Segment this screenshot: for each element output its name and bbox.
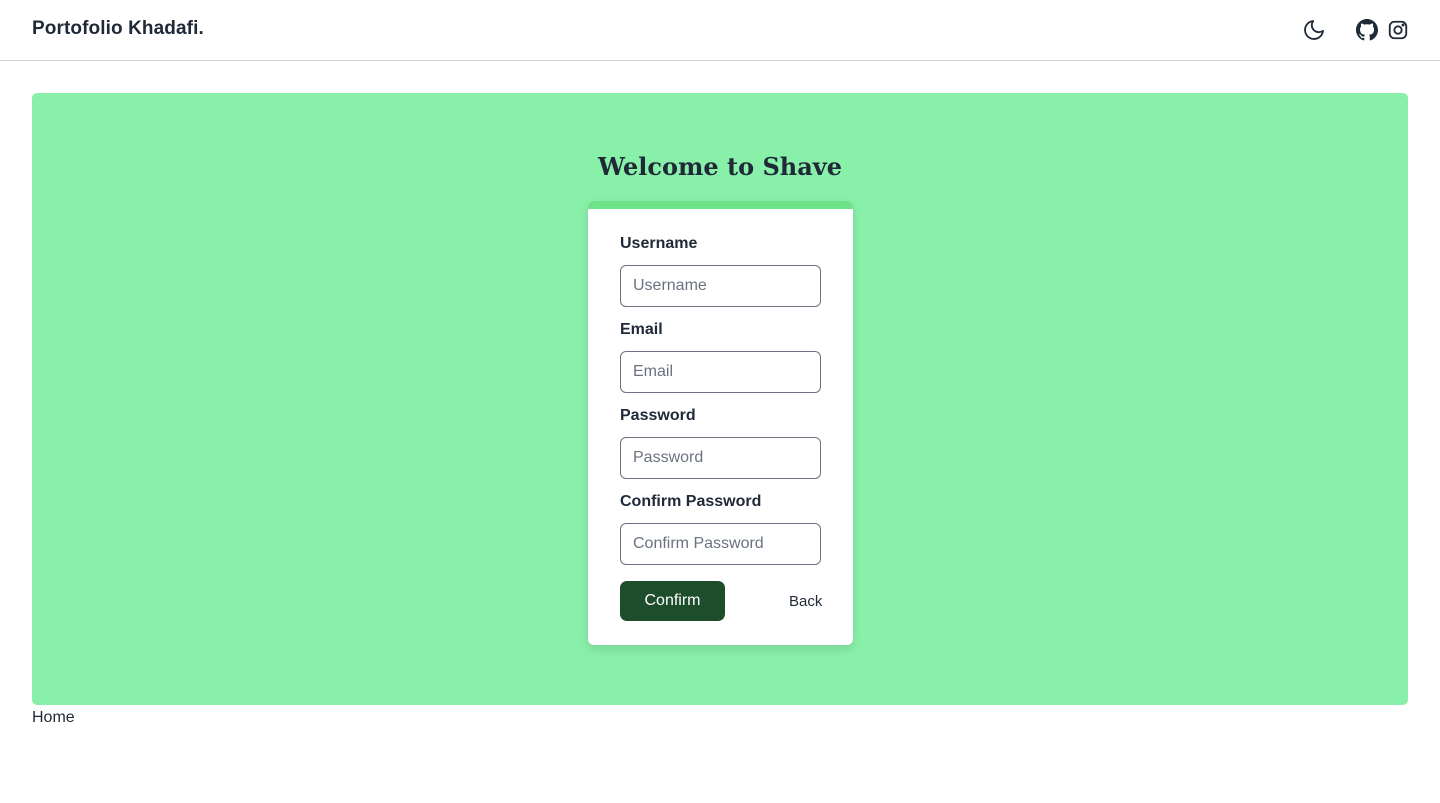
hero-title: Welcome to Shave (597, 152, 843, 181)
password-label: Password (620, 407, 696, 424)
github-icon[interactable] (1355, 18, 1379, 42)
back-link[interactable]: Back (789, 593, 822, 610)
navbar: Portofolio Khadafi. (0, 0, 1440, 61)
hero-section: Welcome to Shave Username Email Password… (32, 93, 1408, 705)
email-label: Email (620, 321, 663, 338)
confirm-password-label: Confirm Password (620, 493, 762, 510)
username-input[interactable] (620, 265, 821, 307)
instagram-icon[interactable] (1386, 18, 1410, 42)
signup-form-card: Username Email Password Confirm Password… (588, 201, 853, 645)
moon-icon[interactable] (1302, 18, 1326, 42)
brand-title[interactable]: Portofolio Khadafi. (32, 18, 204, 40)
username-label: Username (620, 235, 698, 252)
confirm-button[interactable]: Confirm (620, 581, 725, 621)
card-accent-bar (588, 201, 853, 209)
email-input[interactable] (620, 351, 821, 393)
password-input[interactable] (620, 437, 821, 479)
home-link[interactable]: Home (32, 709, 75, 727)
confirm-password-input[interactable] (620, 523, 821, 565)
